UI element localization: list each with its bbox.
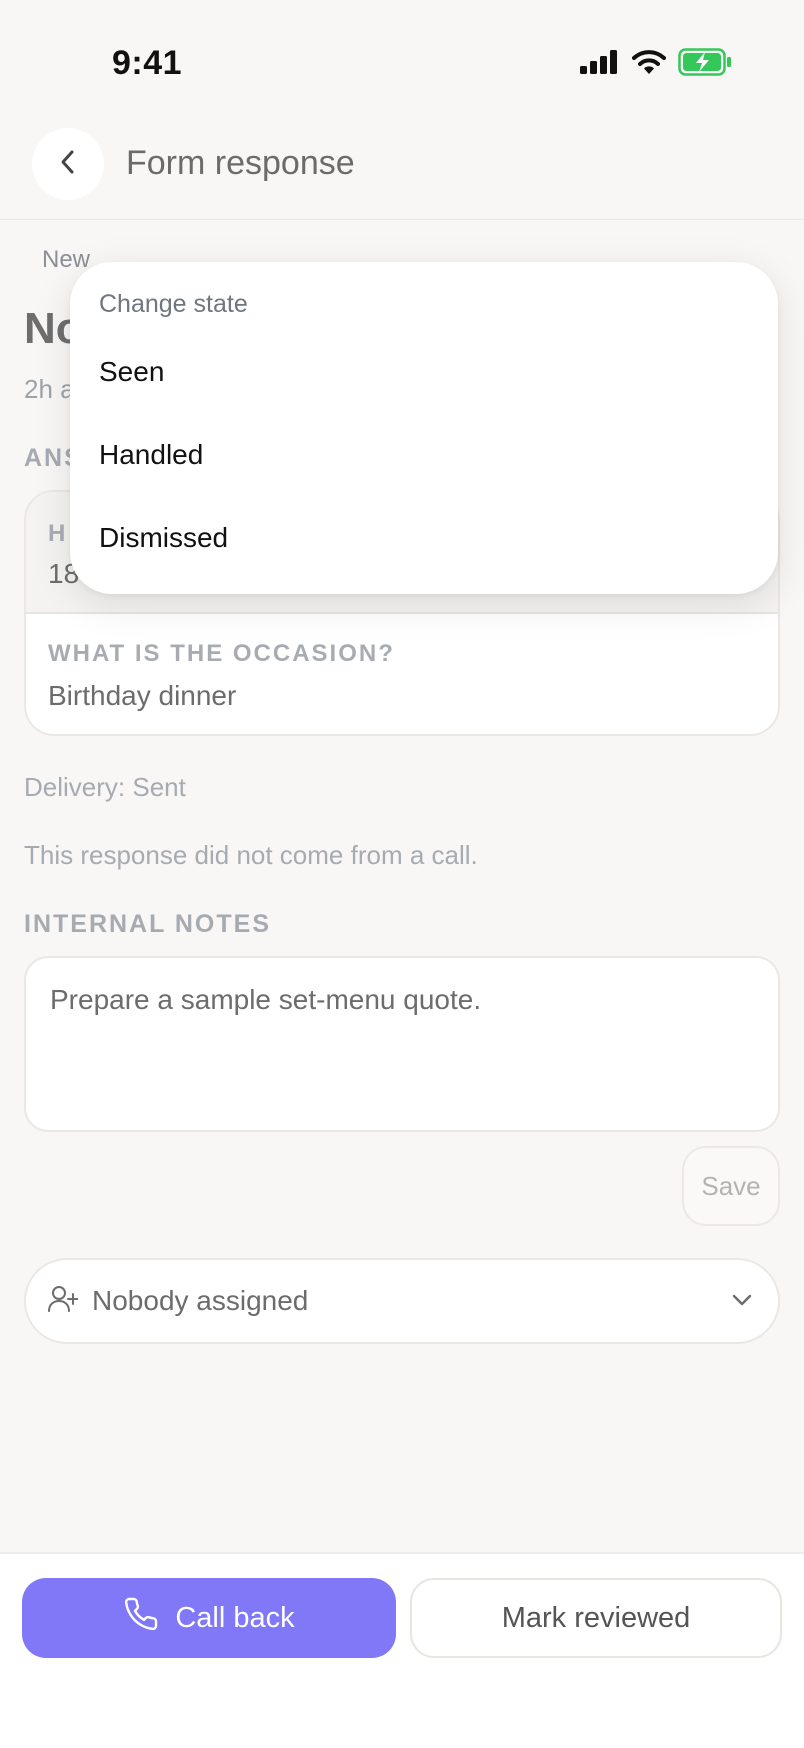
- chevron-down-icon: [730, 1288, 754, 1317]
- chevron-left-icon: [58, 148, 78, 181]
- back-button[interactable]: [32, 128, 104, 200]
- status-time: 9:41: [112, 44, 183, 82]
- phone-icon: [123, 1596, 159, 1640]
- delivery-status: Delivery: Sent: [24, 772, 186, 802]
- mark-reviewed-button[interactable]: Mark reviewed: [410, 1578, 782, 1658]
- call-back-label: Call back: [175, 1601, 295, 1634]
- wifi-icon: [632, 49, 666, 80]
- menu-item-dismissed[interactable]: Dismissed: [99, 522, 228, 554]
- call-source-note: This response did not come from a call.: [24, 840, 478, 870]
- status-bar: 9:41: [0, 0, 804, 110]
- status-icons: [580, 48, 732, 81]
- bottom-action-bar: Call back Mark reviewed: [0, 1552, 804, 1748]
- assignee-select[interactable]: Nobody assigned: [24, 1258, 780, 1344]
- assignee-label: Nobody assigned: [92, 1285, 309, 1316]
- answer-question: WHAT IS THE OCCASION?: [48, 640, 395, 667]
- menu-item-seen[interactable]: Seen: [99, 356, 164, 388]
- cellular-signal-icon: [580, 50, 620, 79]
- call-back-button[interactable]: Call back: [22, 1578, 396, 1658]
- battery-charging-icon: [678, 48, 732, 81]
- change-state-menu: Change state Seen Handled Dismissed: [70, 262, 778, 594]
- answer-question: H: [48, 520, 68, 547]
- user-plus-icon: [48, 1284, 79, 1319]
- app-header: Form response: [0, 110, 804, 220]
- menu-item-handled[interactable]: Handled: [99, 439, 203, 471]
- answer-row: WHAT IS THE OCCASION? Birthday dinner: [26, 614, 778, 734]
- internal-notes-label: INTERNAL NOTES: [24, 910, 271, 938]
- answer-value: Birthday dinner: [48, 680, 237, 711]
- page-title: Form response: [126, 144, 355, 182]
- internal-notes-field[interactable]: Prepare a sample set-menu quote.: [24, 956, 780, 1132]
- menu-title: Change state: [99, 290, 248, 318]
- response-time: 2h a: [24, 374, 75, 404]
- save-notes-button[interactable]: Save: [682, 1146, 780, 1226]
- state-badge[interactable]: New: [42, 246, 90, 274]
